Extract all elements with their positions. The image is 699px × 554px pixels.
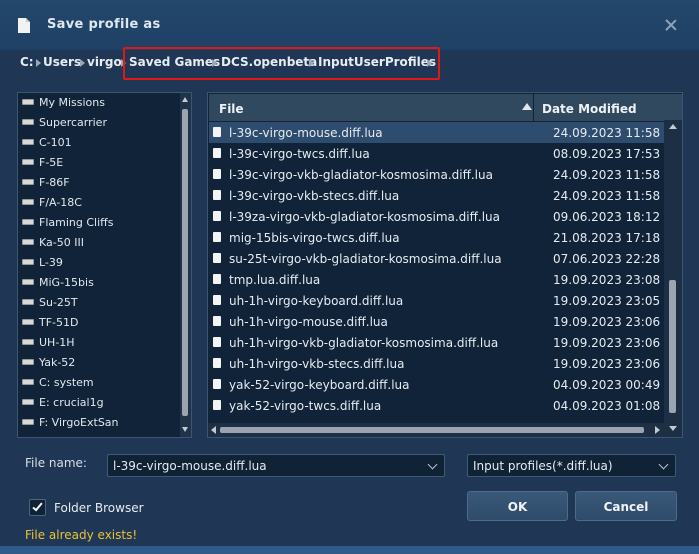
breadcrumb-item-c[interactable]: C: <box>20 55 34 71</box>
file-list-scrollbar[interactable] <box>664 120 682 437</box>
scrollbar-thumb[interactable] <box>220 427 644 433</box>
file-icon <box>213 316 221 326</box>
drive-icon <box>22 279 34 285</box>
file-icon <box>213 337 221 347</box>
scroll-up-icon[interactable] <box>669 124 677 129</box>
drive-icon <box>22 259 34 265</box>
drive-icon <box>22 99 34 105</box>
folder-tree: My Missions Supercarrier C-101 F-5E F-86… <box>17 92 192 438</box>
sort-ascending-icon <box>522 103 532 110</box>
file-list-horizontal-scrollbar[interactable] <box>208 423 664 437</box>
file-row[interactable]: mig-15bis-virgo-twcs.diff.lua 21.08.2023 … <box>209 227 665 248</box>
file-icon <box>213 169 221 179</box>
file-icon <box>213 190 221 200</box>
folder-browser-label[interactable]: Folder Browser <box>54 501 144 515</box>
drive-icon <box>22 199 34 205</box>
cancel-button[interactable]: Cancel <box>575 491 677 521</box>
file-row[interactable]: l-39c-virgo-vkb-gladiator-kosmosima.diff… <box>209 164 665 185</box>
breadcrumb-highlight <box>123 47 440 80</box>
background-strip <box>0 546 699 554</box>
file-type-select[interactable]: Input profiles(*.diff.lua) <box>467 454 676 477</box>
folder-browser-checkbox[interactable] <box>29 499 46 516</box>
drive-icon <box>22 359 34 365</box>
file-row[interactable]: l-39c-virgo-mouse.diff.lua 24.09.2023 11:… <box>209 122 665 143</box>
title-bar: Save profile as <box>0 0 699 50</box>
drive-icon <box>22 239 34 245</box>
drive-icon <box>22 139 34 145</box>
file-name-input[interactable]: l-39c-virgo-mouse.diff.lua <box>107 454 445 477</box>
column-header-file[interactable]: File <box>209 94 533 121</box>
column-header-date-modified[interactable]: Date Modified <box>534 94 682 121</box>
scroll-up-icon[interactable] <box>182 97 188 102</box>
file-row[interactable]: yak-52-virgo-twcs.diff.lua 04.09.2023 01:… <box>209 395 665 416</box>
file-row[interactable]: l-39c-virgo-twcs.diff.lua 08.09.2023 17:5… <box>209 143 665 164</box>
checkmark-icon <box>32 500 43 512</box>
drive-icon <box>22 159 34 165</box>
file-icon <box>213 358 221 368</box>
file-row[interactable]: yak-52-virgo-keyboard.diff.lua 04.09.2023… <box>209 374 665 395</box>
drive-icon <box>22 399 34 405</box>
scrollbar-thumb[interactable] <box>182 109 188 416</box>
scrollbar-thumb[interactable] <box>669 280 676 413</box>
file-row[interactable]: uh-1h-virgo-vkb-gladiator-kosmosima.diff… <box>209 332 665 353</box>
file-icon <box>213 295 221 305</box>
drive-icon <box>22 319 34 325</box>
drive-icon <box>22 419 34 425</box>
file-row[interactable]: uh-1h-virgo-mouse.diff.lua 19.09.2023 23:… <box>209 311 665 332</box>
ok-button[interactable]: OK <box>467 491 568 521</box>
file-name-label: File name: <box>25 456 87 470</box>
chevron-down-icon[interactable] <box>427 459 438 470</box>
breadcrumb-separator-icon <box>36 59 41 67</box>
file-icon <box>213 211 221 221</box>
file-row[interactable]: tmp.lua.diff.lua 19.09.2023 23:08 <box>209 269 665 290</box>
scroll-down-icon[interactable] <box>669 426 677 431</box>
file-row[interactable]: uh-1h-virgo-keyboard.diff.lua 19.09.2023 … <box>209 290 665 311</box>
file-row[interactable]: su-25t-virgo-vkb-gladiator-kosmosima.dif… <box>209 248 665 269</box>
file-row[interactable]: l-39c-virgo-vkb-stecs.diff.lua 24.09.2023… <box>209 185 665 206</box>
drive-icon <box>22 179 34 185</box>
scroll-left-icon[interactable] <box>211 426 216 434</box>
file-row[interactable]: uh-1h-virgo-vkb-stecs.diff.lua 19.09.2023… <box>209 353 665 374</box>
drive-icon <box>22 219 34 225</box>
folder-tree-scrollbar[interactable] <box>180 93 191 437</box>
file-row[interactable]: l-39za-virgo-vkb-gladiator-kosmosima.dif… <box>209 206 665 227</box>
document-icon <box>18 18 30 33</box>
breadcrumb-item-virgo[interactable]: virgo <box>87 55 122 71</box>
drive-icon <box>22 299 34 305</box>
file-icon <box>213 379 221 389</box>
window-title: Save profile as <box>47 17 161 32</box>
breadcrumb-separator-icon <box>80 59 85 67</box>
file-icon <box>213 127 221 137</box>
file-icon <box>213 253 221 263</box>
scroll-right-icon[interactable] <box>655 426 660 434</box>
file-icon <box>213 400 221 410</box>
status-warning: File already exists! <box>25 528 138 542</box>
drive-icon <box>22 379 34 385</box>
file-icon <box>213 148 221 158</box>
scroll-down-icon[interactable] <box>182 427 188 432</box>
file-icon <box>213 232 221 242</box>
file-list: File Date Modified l-39c-virgo-mouse.dif… <box>207 92 683 438</box>
breadcrumb-item-users[interactable]: Users <box>43 55 81 71</box>
file-icon <box>213 274 221 284</box>
drive-icon <box>22 339 34 345</box>
chevron-down-icon[interactable] <box>658 459 669 470</box>
close-icon[interactable] <box>664 18 678 32</box>
drive-icon <box>22 119 34 125</box>
